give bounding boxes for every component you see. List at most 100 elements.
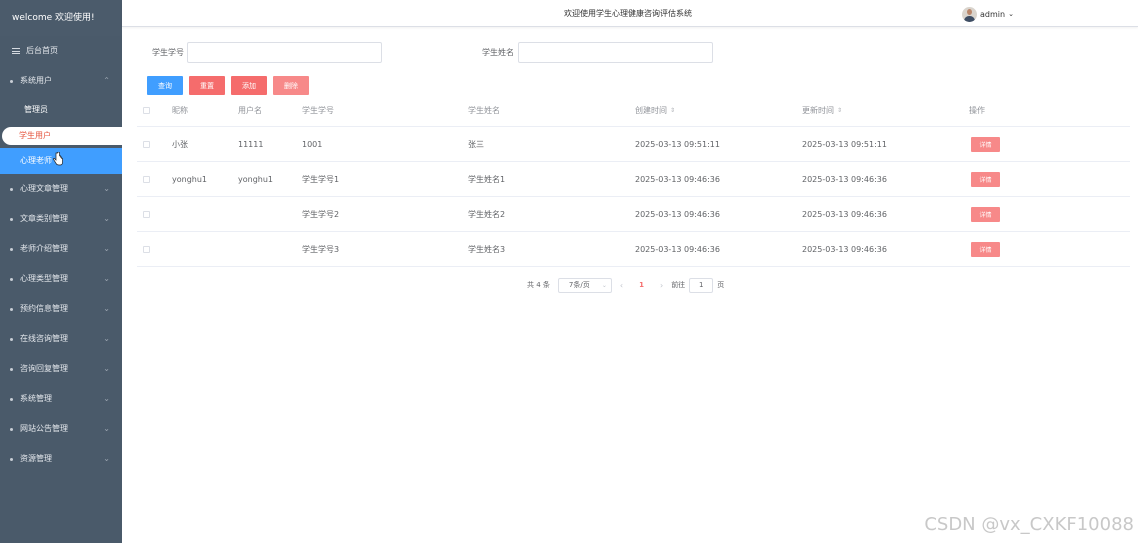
select-all-checkbox[interactable] <box>143 106 150 114</box>
detail-button[interactable]: 详情 <box>971 171 1000 187</box>
next-page-button[interactable]: › <box>660 281 663 290</box>
row-checkbox[interactable] <box>143 140 150 148</box>
delete-button[interactable]: 删除 <box>273 76 309 95</box>
bullet-icon <box>10 428 13 431</box>
pagination-total: 共 4 条 <box>527 281 550 289</box>
table-row: 学生学号2 学生姓名2 2025-03-13 09:46:36 2025-03-… <box>137 197 1130 232</box>
avatar <box>962 6 977 22</box>
cell-created-time: 2025-03-13 09:51:11 <box>635 139 720 149</box>
col-label: 更新时间 <box>802 105 834 115</box>
col-username: 用户名 <box>238 105 262 115</box>
sidebar: welcome 欢迎使用! 后台首页 系统用户 ⌃ 管理员 学生用户 心理老师 … <box>0 0 122 543</box>
chevron-down-icon: ⌄ <box>103 244 110 253</box>
table-row: 小张 11111 1001 张三 2025-03-13 09:51:11 202… <box>137 127 1130 162</box>
table-row: 学生学号3 学生姓名3 2025-03-13 09:46:36 2025-03-… <box>137 232 1130 267</box>
cell-nickname: yonghu1 <box>172 174 208 184</box>
chevron-down-icon: ⌄ <box>103 394 110 403</box>
sidebar-item-label: 后台首页 <box>26 46 58 55</box>
goto-page-input[interactable]: 1 <box>689 277 714 293</box>
page-suffix: 页 <box>717 281 725 289</box>
sidebar-item-home[interactable]: 后台首页 <box>0 36 122 66</box>
sidebar-item-articles[interactable]: 心理文章管理 ⌄ <box>0 174 122 204</box>
sidebar-item-appointments[interactable]: 预约信息管理 ⌄ <box>0 294 122 324</box>
cell-student-no: 学生学号3 <box>302 244 340 254</box>
sidebar-item-label: 心理类型管理 <box>20 274 68 283</box>
sort-icon[interactable]: ⇕ <box>670 107 675 114</box>
sidebar-item-psych-types[interactable]: 心理类型管理 ⌄ <box>0 264 122 294</box>
sidebar-item-article-categories[interactable]: 文章类别管理 ⌄ <box>0 204 122 234</box>
col-created-time[interactable]: 创建时间 ⇕ <box>635 94 675 126</box>
chevron-down-icon: ⌄ <box>601 281 607 289</box>
chevron-down-icon: ⌄ <box>103 364 110 373</box>
bullet-icon <box>10 368 13 371</box>
hand-cursor-icon <box>53 152 63 166</box>
page-size-select[interactable]: 7条/页 ⌄ <box>557 277 612 293</box>
bullet-icon <box>10 80 13 83</box>
cell-student-name: 学生姓名3 <box>468 244 506 254</box>
cell-created-time: 2025-03-13 09:46:36 <box>635 209 720 219</box>
detail-button[interactable]: 详情 <box>971 206 1000 222</box>
page-number-current[interactable]: 1 <box>639 281 644 289</box>
top-header: 欢迎使用学生心理健康咨询评估系统 admin ⌄ <box>122 0 1138 27</box>
row-checkbox[interactable] <box>143 210 150 218</box>
sidebar-item-label: 系统用户 <box>20 76 52 85</box>
page-title: 欢迎使用学生心理健康咨询评估系统 <box>564 9 692 18</box>
sidebar-item-system[interactable]: 系统管理 ⌄ <box>0 384 122 414</box>
sidebar-welcome: welcome 欢迎使用! <box>0 0 122 36</box>
chevron-down-icon: ⌄ <box>103 334 110 343</box>
bullet-icon <box>10 308 13 311</box>
sort-icon[interactable]: ⇕ <box>837 107 842 114</box>
user-menu[interactable]: admin ⌄ <box>962 5 1014 23</box>
watermark: CSDN @vx_CXKF10088 <box>924 514 1134 535</box>
sidebar-item-announcements[interactable]: 网站公告管理 ⌄ <box>0 414 122 444</box>
col-updated-time[interactable]: 更新时间 ⇕ <box>802 94 842 126</box>
col-student-no: 学生学号 <box>302 105 334 115</box>
menu-icon <box>12 48 20 54</box>
cell-username: 11111 <box>238 139 264 149</box>
prev-page-button[interactable]: ‹ <box>620 281 623 290</box>
sidebar-subitem-counselor[interactable]: 心理老师 <box>0 148 122 174</box>
sidebar-item-label: 心理文章管理 <box>20 184 68 193</box>
col-student-name: 学生姓名 <box>468 105 500 115</box>
col-actions: 操作 <box>969 105 985 115</box>
chevron-down-icon: ⌄ <box>103 274 110 283</box>
sidebar-item-system-users[interactable]: 系统用户 ⌃ <box>0 66 122 96</box>
bullet-icon <box>10 188 13 191</box>
col-nickname: 昵称 <box>172 105 188 115</box>
query-button[interactable]: 查询 <box>147 76 183 95</box>
cell-username: yonghu1 <box>238 174 274 184</box>
sidebar-item-resources[interactable]: 资源管理 ⌄ <box>0 444 122 474</box>
sidebar-subitem-label: 心理老师 <box>20 156 52 165</box>
sidebar-item-label: 资源管理 <box>20 454 52 463</box>
sidebar-item-online-consult[interactable]: 在线咨询管理 ⌄ <box>0 324 122 354</box>
chevron-down-icon: ⌄ <box>103 454 110 463</box>
cell-created-time: 2025-03-13 09:46:36 <box>635 244 720 254</box>
add-button[interactable]: 添加 <box>231 76 267 95</box>
row-checkbox[interactable] <box>143 175 150 183</box>
pagination: 共 4 条 7条/页 ⌄ ‹ 1 › 前往 1 页 <box>527 277 724 293</box>
goto-label: 前往 <box>671 281 686 289</box>
cell-created-time: 2025-03-13 09:46:36 <box>635 174 720 184</box>
cell-updated-time: 2025-03-13 09:46:36 <box>802 209 887 219</box>
sidebar-item-consult-replies[interactable]: 咨询回复管理 ⌄ <box>0 354 122 384</box>
bullet-icon <box>10 248 13 251</box>
sidebar-subitem-admin[interactable]: 管理员 <box>0 96 122 124</box>
row-checkbox[interactable] <box>143 245 150 253</box>
page-size-value: 7条/页 <box>568 281 590 289</box>
table-header: 昵称 用户名 学生学号 学生姓名 创建时间 ⇕ 更新时间 ⇕ 操作 <box>137 94 1130 127</box>
sidebar-item-label: 预约信息管理 <box>20 304 68 313</box>
detail-button[interactable]: 详情 <box>971 136 1000 152</box>
student-name-input[interactable] <box>518 42 713 63</box>
sidebar-subitem-student[interactable]: 学生用户 <box>2 127 122 145</box>
chevron-down-icon: ⌄ <box>1008 10 1014 18</box>
sidebar-item-teachers[interactable]: 老师介绍管理 ⌄ <box>0 234 122 264</box>
student-no-input[interactable] <box>187 42 382 63</box>
sidebar-item-label: 系统管理 <box>20 394 52 403</box>
cell-student-name: 张三 <box>468 139 484 149</box>
chevron-down-icon: ⌄ <box>103 184 110 193</box>
cell-student-no: 学生学号1 <box>302 174 340 184</box>
cell-student-no: 学生学号2 <box>302 209 340 219</box>
table-row: yonghu1 yonghu1 学生学号1 学生姓名1 2025-03-13 0… <box>137 162 1130 197</box>
detail-button[interactable]: 详情 <box>971 241 1000 257</box>
reset-button[interactable]: 重置 <box>189 76 225 95</box>
